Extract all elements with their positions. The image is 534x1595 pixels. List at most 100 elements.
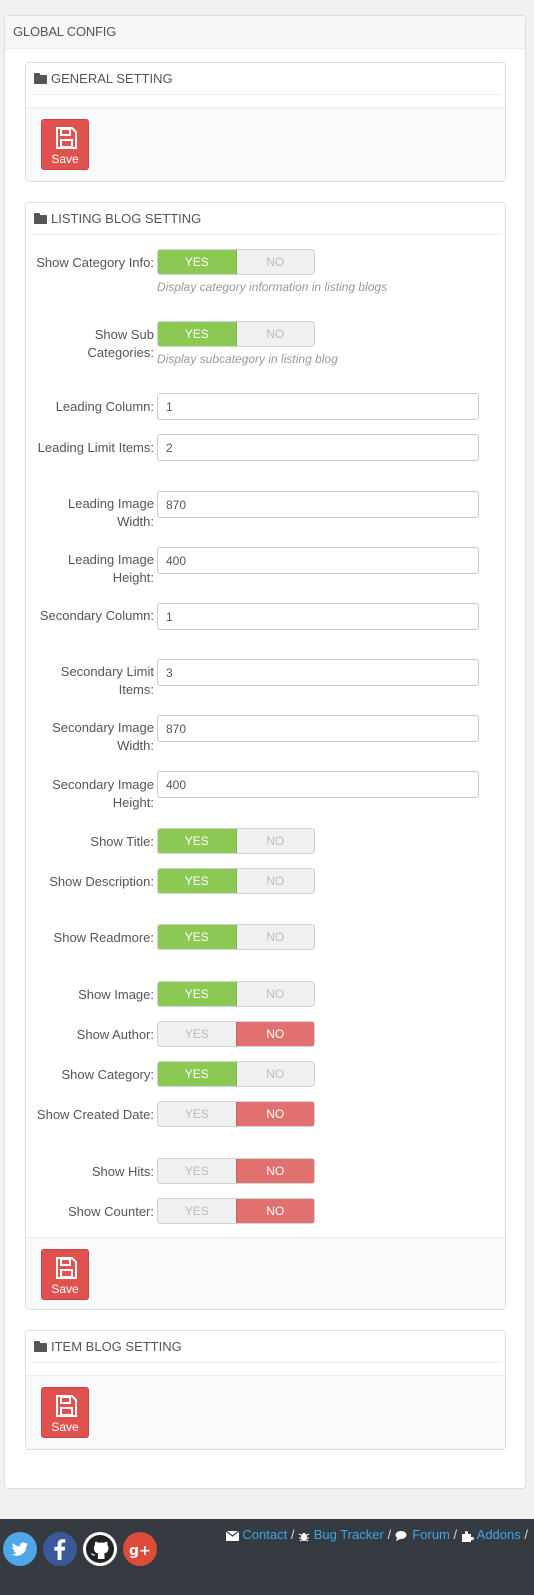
save-icon — [56, 127, 77, 149]
switch-show-description[interactable]: YES NO — [157, 868, 315, 894]
save-label: Save — [51, 1282, 79, 1296]
link-separator: / — [290, 1527, 295, 1542]
switch-yes[interactable]: YES — [158, 1062, 237, 1086]
input-leading-column[interactable] — [157, 393, 479, 420]
item-blog-setting-header: ITEM BLOG SETTING — [30, 1331, 501, 1363]
bug-tracker-link[interactable]: Bug Tracker — [314, 1527, 384, 1542]
switch-yes[interactable]: YES — [158, 1199, 236, 1223]
switch-no[interactable]: NO — [237, 925, 315, 949]
folder-icon — [34, 1341, 47, 1352]
label-show-description: Show Description: — [49, 874, 154, 889]
twitter-icon[interactable] — [3, 1532, 37, 1566]
listing-blog-setting-header: LISTING BLOG SETTING — [30, 203, 501, 235]
input-leading-limit-items[interactable] — [157, 434, 479, 461]
label-show-category: Show Category: — [61, 1067, 155, 1082]
switch-yes[interactable]: YES — [158, 829, 237, 853]
input-secondary-limit-items[interactable] — [157, 659, 479, 686]
item-blog-setting-panel: ITEM BLOG SETTING Save — [25, 1330, 506, 1450]
item-blog-setting-footer: Save — [26, 1375, 505, 1449]
label-show-category-info: Show Category Info: — [36, 255, 154, 270]
general-setting-footer: Save — [26, 107, 505, 181]
help-show-category-info: Display category information in listing … — [157, 280, 388, 294]
footer-links: Contact / Bug Tracker / Forum / Addons / — [225, 1527, 528, 1542]
switch-no[interactable]: NO — [237, 322, 315, 346]
switch-show-sub-categories[interactable]: YES NO — [157, 321, 315, 347]
link-separator: / — [387, 1527, 392, 1542]
svg-text:g+: g+ — [129, 1543, 151, 1559]
label-leading-limit-items: Leading Limit Items: — [37, 440, 154, 455]
switch-yes[interactable]: YES — [158, 322, 237, 346]
input-leading-image-width[interactable] — [157, 491, 479, 518]
switch-no[interactable]: NO — [235, 1102, 314, 1126]
envelope-icon — [225, 1530, 240, 1541]
switch-show-category[interactable]: YES NO — [157, 1061, 315, 1087]
listing-blog-setting-footer: Save — [26, 1237, 505, 1309]
label-secondary-image-height: Secondary Image Height: — [52, 777, 154, 810]
input-secondary-image-width[interactable] — [157, 715, 479, 742]
switch-show-author[interactable]: YES NO — [157, 1021, 315, 1047]
save-label: Save — [51, 152, 79, 166]
switch-show-title[interactable]: YES NO — [157, 828, 315, 854]
general-setting-panel: GENERAL SETTING Save — [25, 62, 506, 182]
addons-link[interactable]: Addons — [477, 1527, 521, 1542]
switch-no[interactable]: NO — [237, 250, 315, 274]
comments-icon — [395, 1530, 407, 1541]
switch-yes[interactable]: YES — [158, 1022, 236, 1046]
switch-show-counter[interactable]: YES NO — [157, 1198, 315, 1224]
item-save-button[interactable]: Save — [41, 1387, 89, 1438]
switch-show-created-date[interactable]: YES NO — [157, 1101, 315, 1127]
input-secondary-image-height[interactable] — [157, 771, 479, 798]
google-plus-icon[interactable]: g+ — [123, 1532, 157, 1566]
switch-yes[interactable]: YES — [158, 925, 237, 949]
general-setting-title: GENERAL SETTING — [51, 71, 173, 86]
global-config-title: GLOBAL CONFIG — [5, 16, 525, 49]
switch-no[interactable]: NO — [237, 982, 315, 1006]
facebook-icon[interactable] — [43, 1532, 77, 1566]
link-separator: / — [524, 1527, 528, 1542]
forum-link[interactable]: Forum — [412, 1527, 450, 1542]
contact-link[interactable]: Contact — [242, 1527, 287, 1542]
switch-show-hits[interactable]: YES NO — [157, 1158, 315, 1184]
label-leading-image-width: Leading Image Width: — [67, 496, 154, 529]
switch-no[interactable]: NO — [235, 1199, 314, 1223]
switch-yes[interactable]: YES — [158, 982, 237, 1006]
label-show-readmore: Show Readmore: — [53, 930, 154, 945]
switch-yes[interactable]: YES — [158, 1159, 236, 1183]
listing-blog-setting-title: LISTING BLOG SETTING — [51, 211, 202, 226]
label-show-hits: Show Hits: — [91, 1164, 154, 1179]
input-secondary-column[interactable] — [157, 603, 479, 630]
switch-show-image[interactable]: YES NO — [157, 981, 315, 1007]
footer: g+ Contact / Bug Tracker / Forum / Addon… — [0, 1519, 534, 1595]
listing-blog-setting-panel: LISTING BLOG SETTING Show Category Info:… — [25, 202, 506, 1310]
label-show-counter: Show Counter: — [68, 1204, 154, 1219]
switch-show-readmore[interactable]: YES NO — [157, 924, 315, 950]
link-separator: / — [453, 1527, 458, 1542]
switch-yes[interactable]: YES — [158, 869, 237, 893]
switch-show-category-info[interactable]: YES NO — [157, 249, 315, 275]
label-show-image: Show Image: — [78, 987, 154, 1002]
general-save-button[interactable]: Save — [41, 119, 89, 170]
folder-icon — [34, 213, 47, 224]
switch-no[interactable]: NO — [235, 1159, 314, 1183]
switch-yes[interactable]: YES — [158, 1102, 236, 1126]
switch-yes[interactable]: YES — [158, 250, 237, 274]
puzzle-icon — [461, 1530, 474, 1542]
github-icon[interactable] — [83, 1532, 117, 1566]
label-show-sub-categories: Show Sub Categories: — [87, 327, 154, 360]
global-config-panel: GLOBAL CONFIG GENERAL SETTING Save LISTI… — [4, 15, 526, 1489]
input-leading-image-height[interactable] — [157, 547, 479, 574]
label-leading-image-height: Leading Image Height: — [67, 552, 154, 585]
switch-no[interactable]: NO — [237, 1062, 315, 1086]
save-icon — [56, 1395, 77, 1417]
switch-no[interactable]: NO — [237, 829, 315, 853]
bug-icon — [298, 1532, 310, 1542]
general-setting-header: GENERAL SETTING — [30, 63, 501, 95]
label-secondary-column: Secondary Column: — [39, 608, 154, 623]
listing-save-button[interactable]: Save — [41, 1249, 89, 1300]
save-label: Save — [51, 1420, 79, 1434]
switch-no[interactable]: NO — [235, 1022, 314, 1046]
label-secondary-limit-items: Secondary Limit Items: — [60, 664, 154, 697]
label-leading-column: Leading Column: — [55, 399, 154, 414]
switch-no[interactable]: NO — [237, 869, 315, 893]
item-blog-setting-title: ITEM BLOG SETTING — [51, 1339, 182, 1354]
